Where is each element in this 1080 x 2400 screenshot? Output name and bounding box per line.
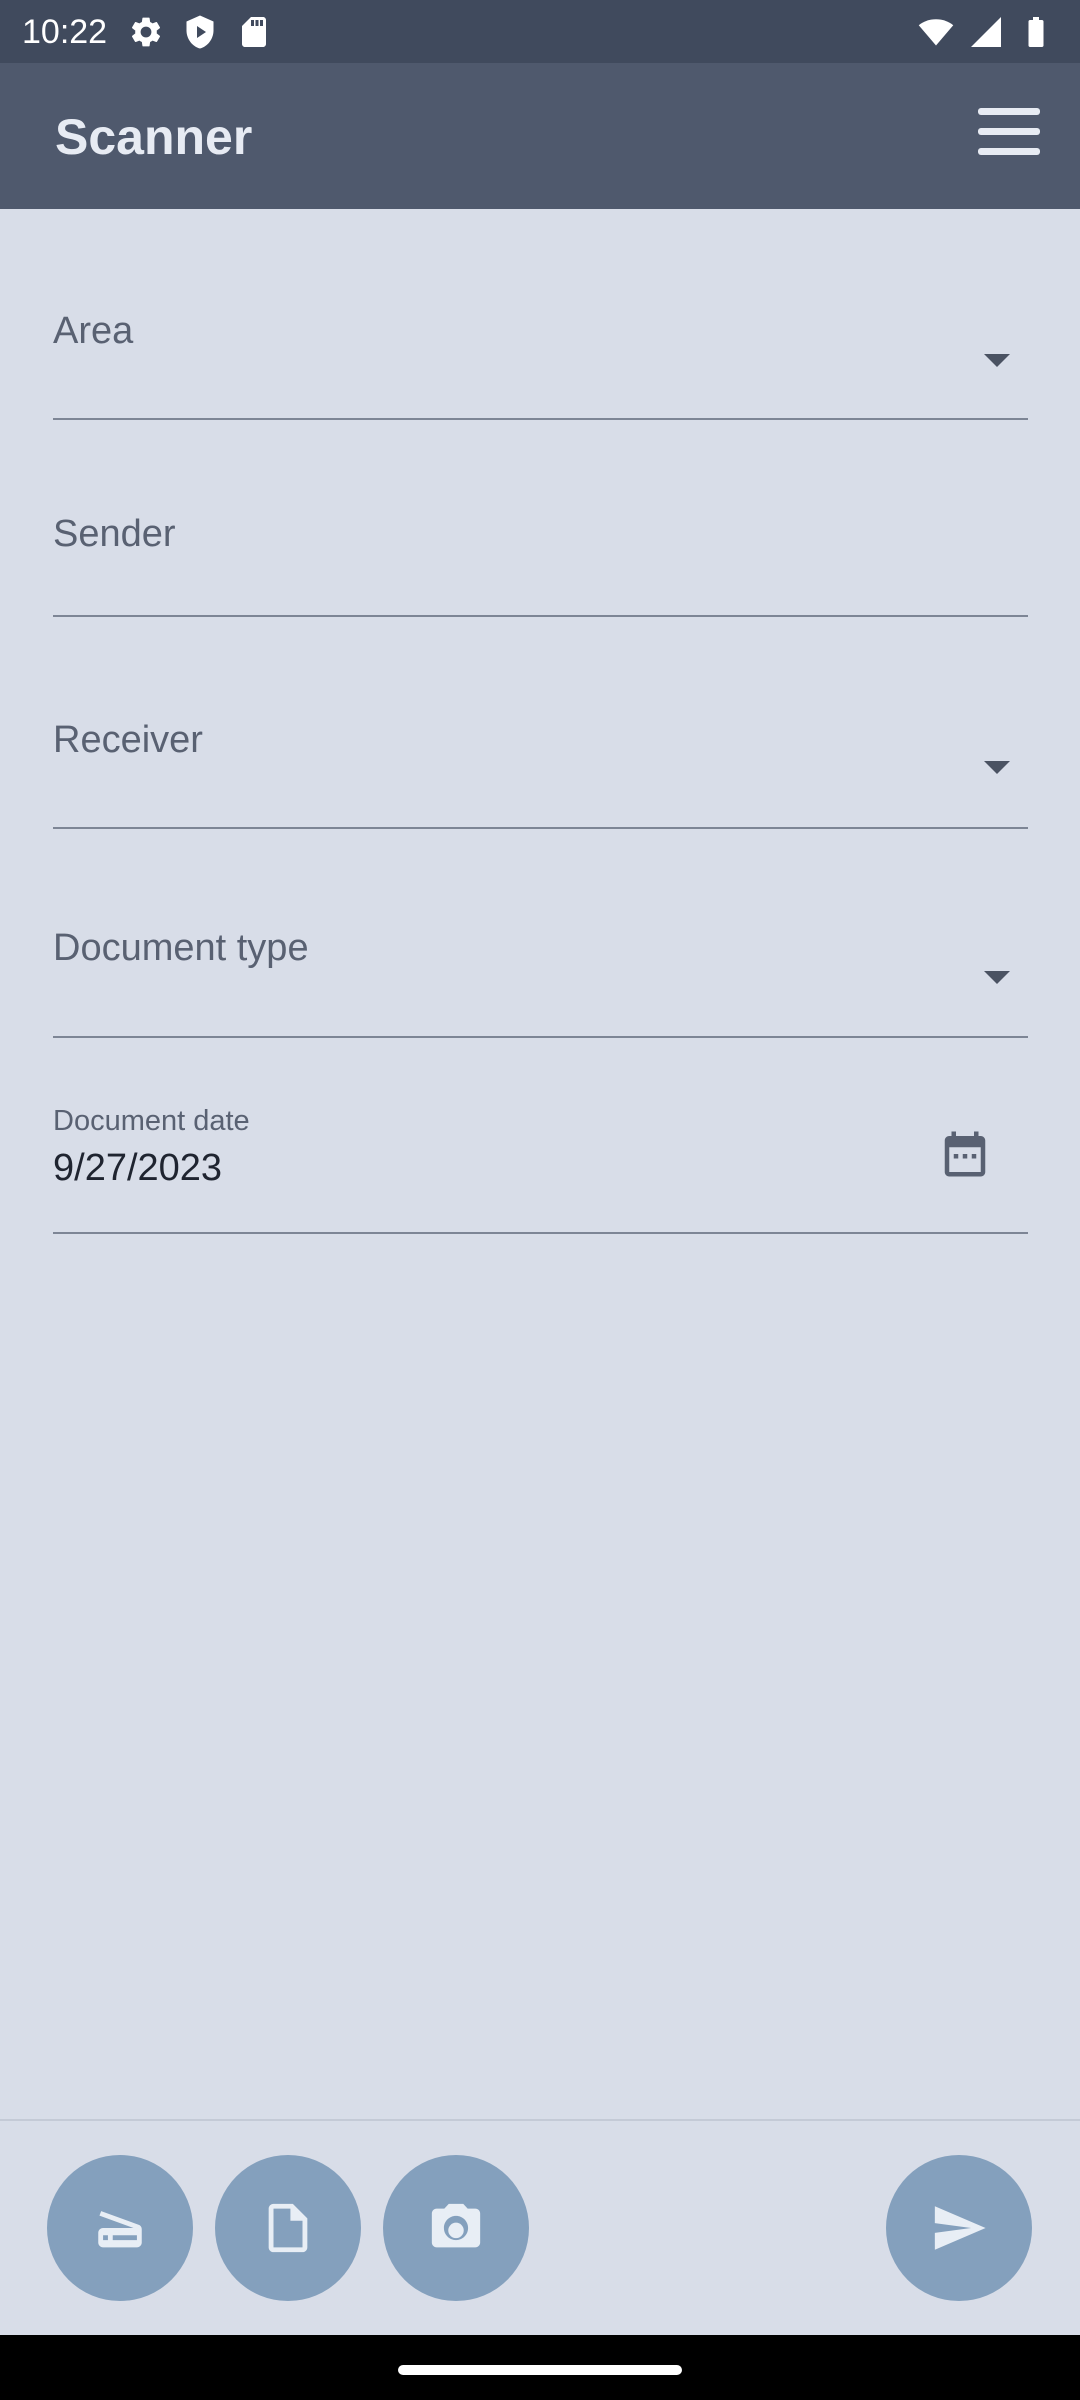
gear-icon <box>131 17 161 47</box>
status-icons-right <box>918 14 1054 50</box>
receiver-label: Receiver <box>53 719 203 761</box>
send-button[interactable] <box>886 2155 1032 2301</box>
status-icons-left <box>128 14 272 50</box>
status-time: 10:22 <box>22 13 108 51</box>
app-bar: Scanner <box>0 63 1080 209</box>
document-date-value: 9/27/2023 <box>53 1147 223 1189</box>
sd-card-icon <box>242 17 266 47</box>
dropdown-caret-icon <box>984 354 1010 367</box>
dropdown-caret-icon <box>984 971 1010 984</box>
document-icon <box>268 2203 308 2253</box>
sender-label: Sender <box>53 513 176 555</box>
document-button[interactable] <box>215 2155 361 2301</box>
page-title: Scanner <box>55 109 253 165</box>
scanner-button[interactable] <box>47 2155 193 2301</box>
document-date-field[interactable]: Document date 9/27/2023 <box>53 1105 1028 1234</box>
signal-icon <box>971 17 1001 47</box>
send-icon <box>934 2206 986 2250</box>
document-type-label: Document type <box>53 927 309 969</box>
document-date-label: Document date <box>53 1105 250 1137</box>
document-type-dropdown[interactable]: Document type <box>53 905 1028 1038</box>
camera-button[interactable] <box>383 2155 529 2301</box>
status-bar: 10:22 <box>0 0 1080 63</box>
receiver-dropdown[interactable]: Receiver <box>53 697 1028 829</box>
hamburger-menu-icon[interactable] <box>978 108 1040 164</box>
navigation-bar <box>0 2335 1080 2400</box>
area-dropdown[interactable]: Area <box>53 290 1028 420</box>
area-label: Area <box>53 310 134 352</box>
dropdown-caret-icon <box>984 761 1010 774</box>
scanner-icon <box>98 2211 142 2248</box>
calendar-icon[interactable] <box>938 1127 992 1181</box>
shield-icon <box>186 15 214 49</box>
sender-input[interactable]: Sender <box>53 490 1028 617</box>
home-indicator[interactable] <box>398 2365 682 2375</box>
bottom-divider <box>0 2119 1080 2121</box>
wifi-icon <box>918 19 954 46</box>
camera-icon <box>431 2203 481 2248</box>
battery-icon <box>1028 17 1044 47</box>
